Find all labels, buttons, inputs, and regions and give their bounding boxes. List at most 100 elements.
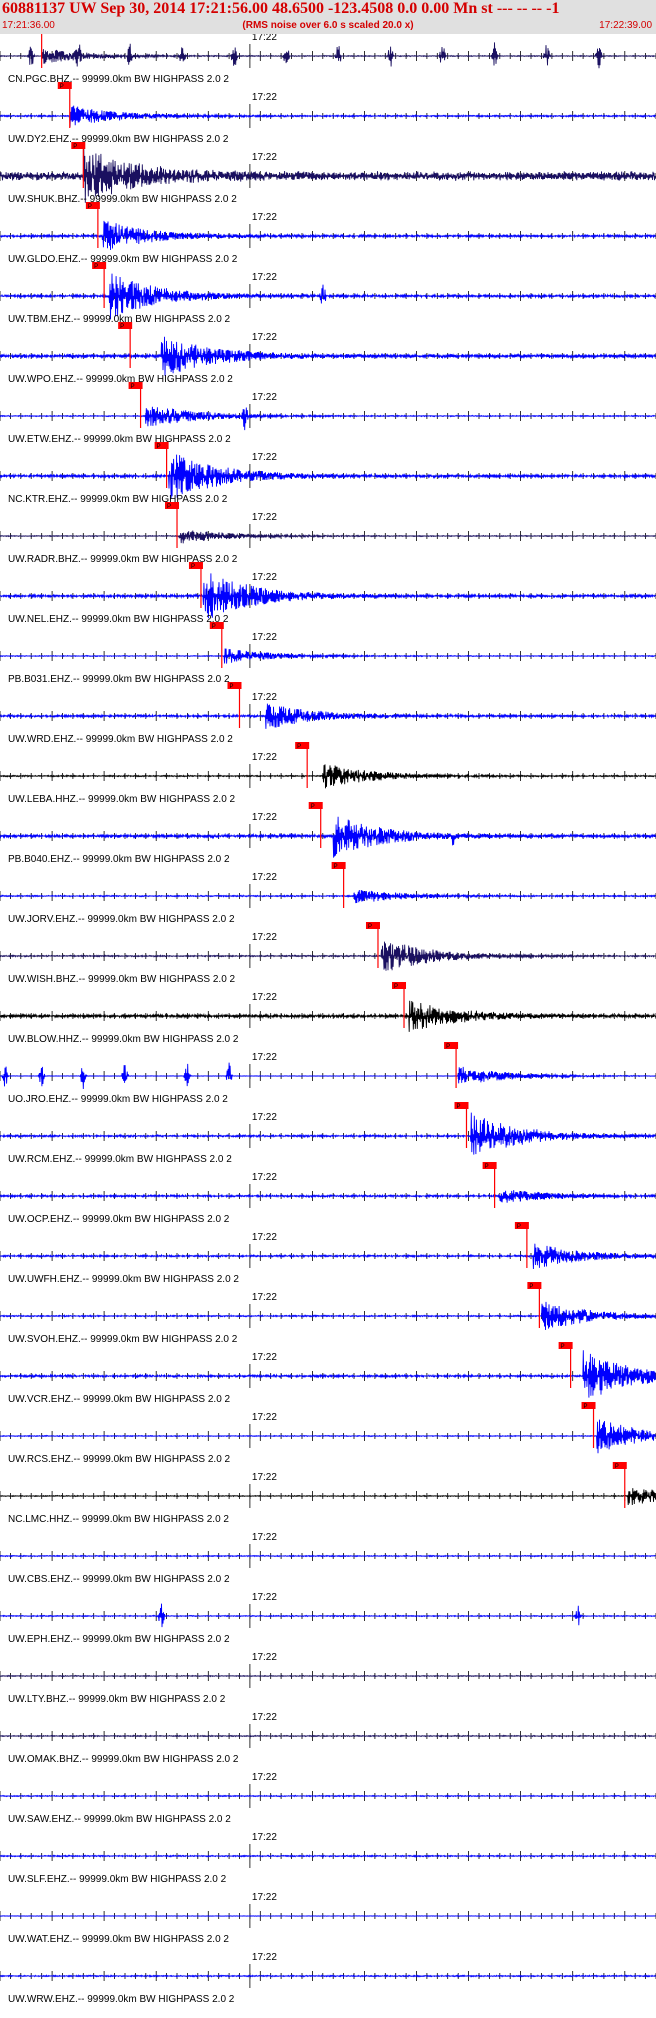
record-header: 60881137 UW Sep 30, 2014 17:21:56.00 48.… — [0, 0, 656, 34]
pick-label: P — [517, 1224, 521, 1230]
station-label: UW.NEL.EHZ.-- 99999.0km BW HIGHPASS 2.0 … — [8, 614, 229, 625]
station-label: UW.RCS.EHZ.-- 99999.0km BW HIGHPASS 2.0 … — [8, 1454, 231, 1465]
waveform — [0, 573, 656, 619]
station-label: UW.LTY.BHZ.-- 99999.0km BW HIGHPASS 2.0 … — [8, 1694, 226, 1705]
waveform — [0, 889, 656, 904]
minute-marker-label: 17:22 — [252, 1592, 277, 1603]
minute-marker-label: 17:22 — [252, 632, 277, 643]
station-label: UW.OCP.EHZ.-- 99999.0km BW HIGHPASS 2.0 … — [8, 1214, 230, 1225]
minute-marker-label: 17:22 — [252, 1832, 277, 1843]
trace-row: 17:22 UW.SLF.EHZ.-- 99999.0km BW HIGHPASS… — [0, 1832, 656, 1885]
waveform — [0, 42, 656, 69]
minute-marker-label: 17:22 — [252, 1532, 277, 1543]
pick-label: P — [561, 1344, 565, 1350]
minute-marker-label: 17:22 — [252, 572, 277, 583]
waveform — [0, 1674, 656, 1678]
minute-marker-label: 17:22 — [252, 932, 277, 943]
station-label: CN.PGC.BHZ.-- 99999.0km BW HIGHPASS 2.0 … — [8, 74, 229, 85]
minute-marker-label: 17:22 — [252, 692, 277, 703]
minute-marker-label: 17:22 — [252, 512, 277, 523]
pick-label: P — [120, 324, 124, 330]
trace-row: 17:22 P UW.RADR.BHZ.-- 99999.0km BW HIGHPA… — [0, 502, 656, 565]
trace-row: 17:22 P NC.KTR.EHZ.-- 99999.0km BW HIGHPAS… — [0, 442, 656, 505]
pick-label: P — [368, 924, 372, 930]
station-label: UW.SAW.EHZ.-- 99999.0km BW HIGHPASS 2.0 … — [8, 1814, 231, 1825]
minute-marker-label: 17:22 — [252, 1292, 277, 1303]
waveform — [0, 816, 656, 858]
station-label: NC.KTR.EHZ.-- 99999.0km BW HIGHPASS 2.0 … — [8, 494, 228, 505]
pick-label: P — [212, 624, 216, 630]
waveform — [0, 1854, 656, 1858]
pick-label: P — [394, 984, 398, 990]
waveform — [0, 1974, 656, 1978]
pick-label: P — [73, 144, 77, 150]
minute-marker-label: 17:22 — [252, 1112, 277, 1123]
waveform — [0, 1488, 656, 1506]
minute-marker-label: 17:22 — [252, 1892, 277, 1903]
minute-marker-label: 17:22 — [252, 992, 277, 1003]
station-label: UW.SVOH.EHZ.-- 99999.0km BW HIGHPASS 2.0… — [8, 1334, 238, 1345]
waveform — [0, 764, 656, 789]
pick-label: P — [131, 384, 135, 390]
trace-row: 17:22 P UW.SHUK.BHZ.-- 99999.0km BW HIGHPA… — [0, 142, 656, 205]
minute-marker-label: 17:22 — [252, 272, 277, 283]
trace-row: 17:22 UW.CBS.EHZ.-- 99999.0km BW HIGHPASS… — [0, 1532, 656, 1585]
trace-row: 17:22 P UW.RCS.EHZ.-- 99999.0km BW HIGHPAS… — [0, 1402, 656, 1465]
trace-row: 17:22 P UW.JORV.EHZ.-- 99999.0km BW HIGHPA… — [0, 862, 656, 925]
pick-label: P — [584, 1404, 588, 1410]
waveform — [0, 1350, 656, 1398]
trace-row: 17:22 P PB.B040.EHZ.-- 99999.0km BW HIGHPA… — [0, 802, 656, 865]
trace-row: 17:22 UW.WAT.EHZ.-- 99999.0km BW HIGHPASS… — [0, 1892, 656, 1945]
station-label: UW.UWFH.EHZ.-- 99999.0km BW HIGHPASS 2.0… — [8, 1274, 239, 1285]
trace-row: 17:22 P UW.BLOW.HHZ.-- 99999.0km BW HIGHPA… — [0, 982, 656, 1045]
trace-row: 17:22 UW.EPH.EHZ.-- 99999.0km BW HIGHPASS… — [0, 1592, 656, 1645]
seismogram-plot: 17:22 P CN.PGC.BHZ.-- 99999.0km BW HIGHPAS… — [0, 34, 656, 2005]
waveform — [0, 941, 656, 971]
station-label: PB.B031.EHZ.-- 99999.0km BW HIGHPASS 2.0… — [8, 674, 230, 685]
waveform — [0, 1190, 656, 1203]
trace-row: 17:22 P PB.B031.EHZ.-- 99999.0km BW HIGHPA… — [0, 622, 656, 685]
pick-label: P — [615, 1464, 619, 1470]
minute-marker-label: 17:22 — [252, 92, 277, 103]
waveform — [0, 648, 656, 664]
trace-row: 17:22 P UW.WPO.EHZ.-- 99999.0km BW HIGHPAS… — [0, 322, 656, 385]
pick-label: P — [529, 1284, 533, 1290]
station-label: UW.BLOW.HHZ.-- 99999.0km BW HIGHPASS 2.0… — [8, 1034, 239, 1045]
waveform — [0, 1000, 656, 1032]
pick-label: P — [485, 1164, 489, 1170]
trace-row: 17:22 P UW.NEL.EHZ.-- 99999.0km BW HIGHPAS… — [0, 562, 656, 625]
minute-marker-label: 17:22 — [252, 1352, 277, 1363]
station-label: UW.WAT.EHZ.-- 99999.0km BW HIGHPASS 2.0 … — [8, 1934, 229, 1945]
trace-row: 17:22 P UW.LEBA.HHZ.-- 99999.0km BW HIGHPA… — [0, 742, 656, 805]
station-label: UW.VCR.EHZ.-- 99999.0km BW HIGHPASS 2.0 … — [8, 1394, 231, 1405]
waveform — [0, 1554, 656, 1558]
trace-row: 17:22 P UW.SVOH.EHZ.-- 99999.0km BW HIGHPA… — [0, 1282, 656, 1345]
trace-row: 17:22 UW.WRW.EHZ.-- 99999.0km BW HIGHPASS… — [0, 1952, 656, 2005]
waveform — [0, 1419, 656, 1454]
scale-note: (RMS noise over 6.0 s scaled 20.0 x) — [242, 20, 414, 31]
waveform — [0, 703, 656, 729]
pick-label: P — [456, 1104, 460, 1110]
minute-marker-label: 17:22 — [252, 1052, 277, 1063]
pick-label: P — [297, 744, 301, 750]
waveform — [0, 1112, 656, 1155]
waveform — [0, 273, 656, 320]
waveform — [0, 1734, 656, 1738]
station-label: UW.OMAK.BHZ.-- 99999.0km BW HIGHPASS 2.0… — [8, 1754, 239, 1765]
minute-marker-label: 17:22 — [252, 1472, 277, 1483]
minute-marker-label: 17:22 — [252, 1712, 277, 1723]
minute-marker-label: 17:22 — [252, 212, 277, 223]
waveform — [0, 336, 656, 376]
station-label: UW.WPO.EHZ.-- 99999.0km BW HIGHPASS 2.0 … — [8, 374, 233, 385]
station-label: UW.WRD.EHZ.-- 99999.0km BW HIGHPASS 2.0 … — [8, 734, 233, 745]
trace-row: 17:22PCN.PGC.BHZ.-- 99999.0km BW HIGHPAS… — [0, 34, 656, 85]
station-label: UW.DY2.EHZ.-- 99999.0km BW HIGHPASS 2.0 … — [8, 134, 229, 145]
waveform — [0, 1603, 656, 1628]
station-label: UW.GLDO.EHZ.-- 99999.0km BW HIGHPASS 2.0… — [8, 254, 238, 265]
event-title: 60881137 UW Sep 30, 2014 17:21:56.00 48.… — [2, 0, 560, 17]
station-label: UW.CBS.EHZ.-- 99999.0km BW HIGHPASS 2.0 … — [8, 1574, 230, 1585]
trace-row: 17:22 P UO.JRO.EHZ.-- 99999.0km BW HIGHPAS… — [0, 1042, 656, 1105]
station-label: UW.WISH.BHZ.-- 99999.0km BW HIGHPASS 2.0… — [8, 974, 236, 985]
minute-marker-label: 17:22 — [252, 1172, 277, 1183]
pick-label: P — [229, 684, 233, 690]
